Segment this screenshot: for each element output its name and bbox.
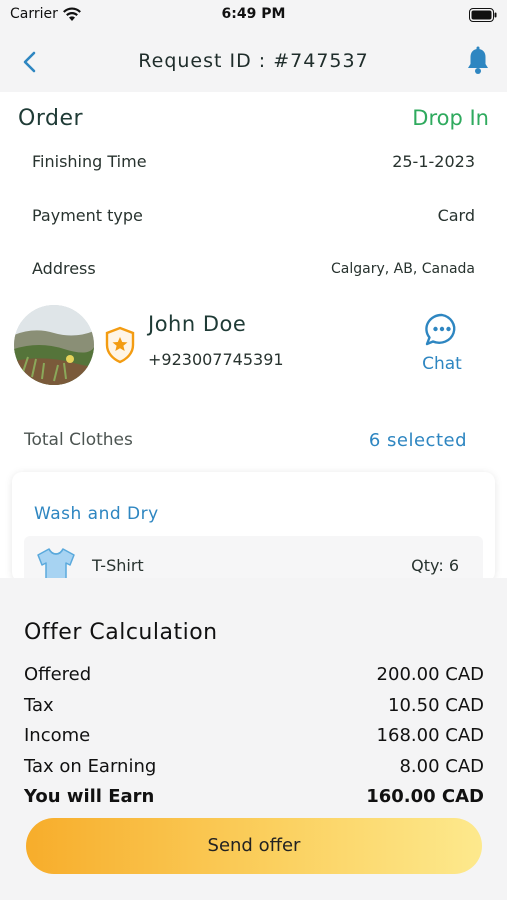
- service-card: Wash and Dry T-Shirt Qty: 6: [12, 472, 495, 582]
- payment-type-row: Payment type Card: [32, 206, 475, 230]
- chat-button[interactable]: Chat: [414, 312, 470, 376]
- service-title: Wash and Dry: [34, 504, 159, 524]
- chat-label: Chat: [422, 354, 462, 374]
- customer-name: John Doe: [148, 312, 247, 336]
- tshirt-icon: [34, 546, 78, 582]
- finishing-time-row: Finishing Time 25-1-2023: [32, 152, 475, 176]
- chat-bubble-icon: [424, 312, 460, 352]
- customer-phone: +923007745391: [148, 350, 284, 369]
- offer-row-label: Income: [24, 725, 91, 746]
- offer-row-offered: Offered 200.00 CAD: [24, 664, 484, 690]
- order-heading: Order: [18, 106, 84, 131]
- offer-row-tax-on-earning: Tax on Earning 8.00 CAD: [24, 756, 484, 782]
- address-row: Address Calgary, AB, Canada: [32, 259, 475, 283]
- finishing-time-value: 25-1-2023: [392, 152, 475, 171]
- offer-row-value: 8.00 CAD: [399, 756, 484, 777]
- total-clothes-label: Total Clothes: [24, 430, 133, 450]
- send-offer-button[interactable]: Send offer: [26, 818, 482, 874]
- offer-row-label: Offered: [24, 664, 92, 685]
- bell-icon[interactable]: [465, 46, 491, 80]
- page-title: Request ID : #747537: [138, 50, 369, 72]
- item-name: T-Shirt: [92, 556, 144, 575]
- offer-row-label: Tax: [24, 695, 54, 716]
- list-item: T-Shirt Qty: 6: [24, 536, 483, 582]
- offer-title: Offer Calculation: [24, 620, 218, 645]
- offer-row-value: 160.00 CAD: [366, 786, 484, 807]
- item-quantity: Qty: 6: [411, 556, 459, 575]
- offer-row-value: 200.00 CAD: [376, 664, 484, 685]
- payment-type-label: Payment type: [32, 206, 143, 225]
- address-label: Address: [32, 259, 96, 278]
- offer-row-you-will-earn: You will Earn 160.00 CAD: [24, 786, 484, 812]
- avatar: [14, 305, 94, 385]
- battery-icon: [469, 7, 497, 26]
- address-value: Calgary, AB, Canada: [330, 261, 475, 277]
- payment-type-value: Card: [437, 206, 475, 225]
- verified-badge-icon: [104, 326, 136, 368]
- offer-row-value: 10.50 CAD: [388, 695, 484, 716]
- offer-row-value: 168.00 CAD: [376, 725, 484, 746]
- total-clothes-value[interactable]: 6 selected: [369, 430, 467, 451]
- offer-row-label: Tax on Earning: [24, 756, 157, 777]
- order-status-label: Drop In: [412, 106, 489, 130]
- finishing-time-label: Finishing Time: [32, 152, 147, 171]
- status-bar: Carrier 6:49 PM: [0, 0, 507, 30]
- header: Request ID : #747537: [0, 30, 507, 92]
- offer-row-label: You will Earn: [24, 786, 155, 807]
- offer-row-income: Income 168.00 CAD: [24, 725, 484, 751]
- status-time: 6:49 PM: [221, 6, 286, 22]
- offer-row-tax: Tax 10.50 CAD: [24, 695, 484, 721]
